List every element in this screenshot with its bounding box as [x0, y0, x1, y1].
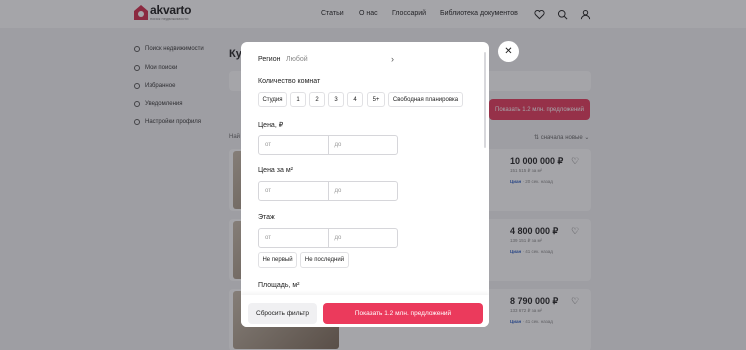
- reset-filter-button[interactable]: Сбросить фильтр: [248, 303, 317, 324]
- floor-to-input[interactable]: до: [327, 229, 398, 247]
- room-option-3[interactable]: 3: [328, 92, 344, 107]
- area-label: Площадь, м²: [258, 282, 300, 289]
- room-option-free-layout[interactable]: Свободная планировка: [388, 92, 463, 107]
- price-from-input[interactable]: от: [259, 136, 328, 154]
- floor-range: от до: [258, 228, 398, 248]
- room-option-1[interactable]: 1: [290, 92, 306, 107]
- scrollbar[interactable]: [484, 52, 486, 148]
- price-to-input[interactable]: до: [327, 136, 398, 154]
- rooms-label: Количество комнат: [258, 78, 321, 85]
- price-m2-range: от до: [258, 181, 398, 201]
- filter-modal: Регион Любой › Количество комнат Студия …: [241, 42, 489, 327]
- price-m2-to-input[interactable]: до: [327, 182, 398, 200]
- price-label: Цена, ₽: [258, 122, 284, 129]
- room-option-studio[interactable]: Студия: [258, 92, 287, 107]
- price-range: от до: [258, 135, 398, 155]
- price-m2-from-input[interactable]: от: [259, 182, 328, 200]
- region-value[interactable]: Любой: [286, 56, 308, 63]
- show-offers-button[interactable]: Показать 1.2 млн. предложений: [323, 303, 483, 324]
- close-icon[interactable]: ✕: [498, 41, 519, 62]
- floor-from-input[interactable]: от: [259, 229, 328, 247]
- modal-footer: Сбросить фильтр Показать 1.2 млн. предло…: [241, 295, 489, 327]
- filter-scroll-area[interactable]: Регион Любой › Количество комнат Студия …: [241, 42, 489, 295]
- region-label: Регион: [258, 56, 281, 63]
- room-option-2[interactable]: 2: [309, 92, 325, 107]
- floor-not-last[interactable]: Не последний: [300, 252, 349, 268]
- price-m2-label: Цена за м²: [258, 167, 293, 174]
- floor-label: Этаж: [258, 214, 275, 221]
- room-option-5plus[interactable]: 5+: [367, 92, 385, 107]
- floor-not-first[interactable]: Не первый: [258, 252, 297, 268]
- room-option-4[interactable]: 4: [347, 92, 363, 107]
- chevron-right-icon[interactable]: ›: [391, 54, 394, 64]
